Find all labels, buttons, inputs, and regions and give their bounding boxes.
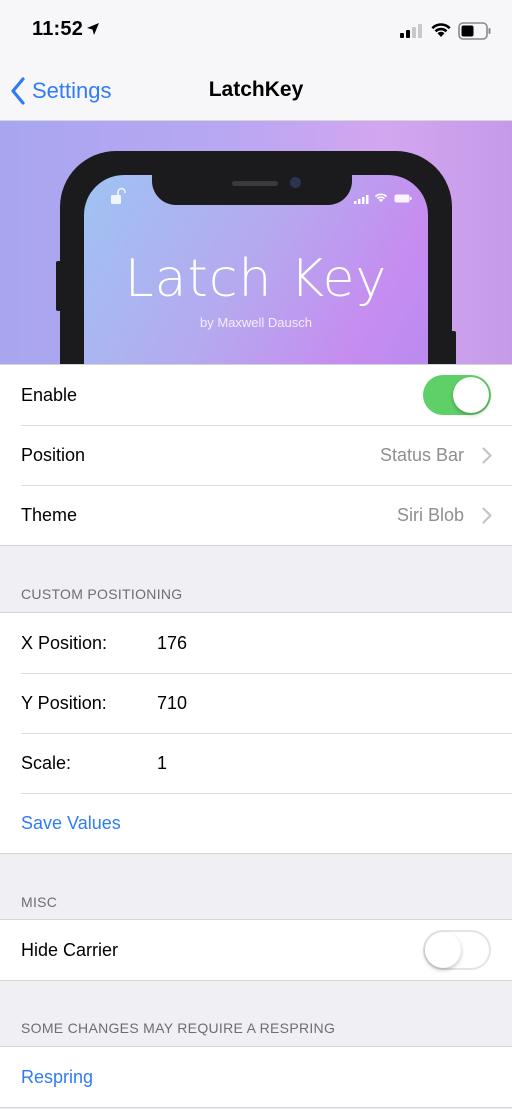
cellular-signal-icon	[400, 24, 422, 38]
toggle-knob	[425, 932, 461, 968]
respring-button[interactable]: Respring	[21, 1067, 93, 1088]
misc-group: Hide Carrier	[0, 919, 512, 981]
save-values-button[interactable]: Save Values	[21, 813, 121, 834]
hide-carrier-row: Hide Carrier	[0, 920, 512, 980]
unlock-icon	[111, 187, 126, 204]
position-value: Status Bar	[379, 444, 464, 465]
position-row[interactable]: Position Status Bar	[0, 425, 512, 485]
custom-positioning-header: CUSTOM POSITIONING	[21, 586, 183, 602]
cellular-signal-icon	[354, 195, 369, 204]
scale-row: Scale: 1	[0, 733, 512, 793]
wifi-icon	[374, 193, 388, 203]
phone-side-button	[56, 261, 61, 311]
hide-carrier-toggle[interactable]	[423, 930, 491, 970]
toggle-knob	[453, 377, 489, 413]
theme-row[interactable]: Theme Siri Blob	[0, 485, 512, 545]
position-label: Position	[21, 444, 86, 465]
navigation-bar: Settings LatchKey	[0, 62, 512, 121]
header-banner: Latch Key by Maxwell Dausch	[0, 121, 512, 365]
location-arrow-icon	[87, 23, 99, 35]
wifi-icon	[431, 23, 451, 37]
enable-toggle[interactable]	[423, 375, 491, 415]
respring-header: SOME CHANGES MAY REQUIRE A RESPRING	[21, 1020, 336, 1036]
misc-header: MISC	[21, 894, 58, 910]
phone-camera	[290, 177, 301, 188]
respring-row: Respring	[0, 1047, 512, 1107]
phone-side-button	[451, 331, 456, 365]
custom-positioning-group: X Position: 176 Y Position: 710 Scale: 1…	[0, 612, 512, 854]
respring-group: Respring	[0, 1046, 512, 1108]
status-bar: 11:52	[0, 0, 512, 62]
banner-title: Latch Key	[124, 249, 388, 309]
status-time: 11:52	[32, 18, 84, 40]
chevron-right-icon	[482, 447, 492, 464]
phone-notch	[152, 171, 352, 205]
chevron-right-icon	[482, 507, 492, 524]
enable-row: Enable	[0, 365, 512, 425]
scale-label: Scale:	[21, 752, 72, 773]
scale-input[interactable]: 1	[157, 753, 167, 774]
y-position-label: Y Position:	[21, 692, 107, 713]
hide-carrier-label: Hide Carrier	[21, 939, 119, 960]
page-title: LatchKey	[208, 78, 304, 101]
y-position-row: Y Position: 710	[0, 673, 512, 733]
theme-label: Theme	[21, 504, 78, 525]
x-position-label: X Position:	[21, 632, 108, 653]
x-position-input[interactable]: 176	[157, 633, 187, 654]
battery-icon	[394, 194, 412, 203]
banner-subtitle: by Maxwell Dausch	[200, 315, 312, 330]
y-position-input[interactable]: 710	[157, 693, 187, 714]
save-values-row: Save Values	[0, 793, 512, 853]
theme-value: Siri Blob	[396, 504, 464, 525]
main-settings-group: Enable Position Status Bar Theme Siri Bl…	[0, 364, 512, 546]
x-position-row: X Position: 176	[0, 613, 512, 673]
battery-icon	[458, 22, 491, 40]
enable-label: Enable	[21, 384, 78, 405]
phone-speaker	[232, 181, 278, 186]
